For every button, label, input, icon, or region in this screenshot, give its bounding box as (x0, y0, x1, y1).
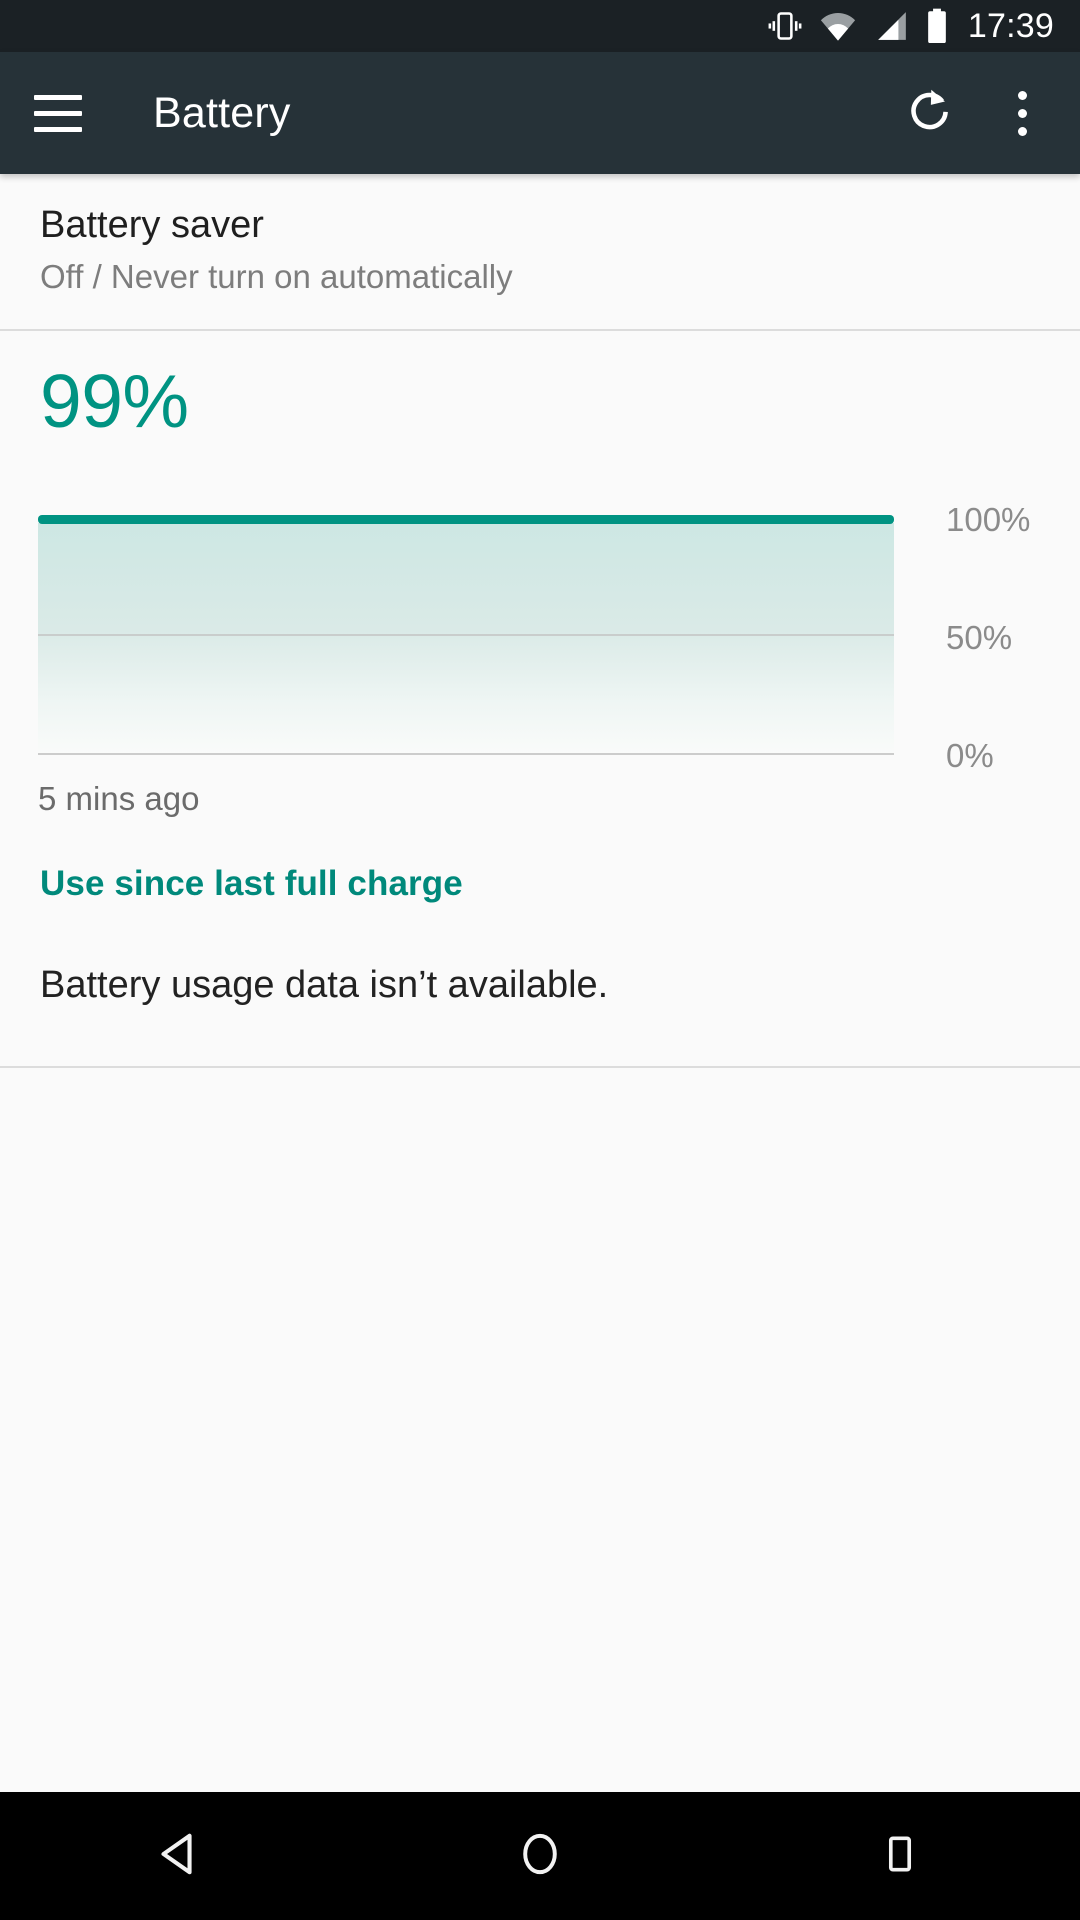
vibrate-icon (768, 9, 802, 43)
battery-saver-row[interactable]: Battery saver Off / Never turn on automa… (0, 174, 1080, 329)
battery-saver-title: Battery saver (40, 204, 264, 246)
chart-y-axis-labels: 100% 50% 0% (946, 501, 1080, 774)
chart-plot-area: 100% 50% 0% (38, 501, 1030, 774)
battery-usage-empty-state: Battery usage data isn’t available. (0, 904, 1080, 1066)
battery-level-percentage: 99% (40, 359, 189, 444)
chart-line-battery-level (38, 515, 894, 525)
app-bar: Battery (0, 52, 1080, 174)
battery-usage-empty-message: Battery usage data isn’t available. (40, 964, 609, 1007)
back-nav-button[interactable] (80, 1792, 280, 1920)
home-circle-icon (515, 1829, 565, 1884)
refresh-button[interactable] (894, 77, 966, 149)
status-bar: 17:39 (0, 0, 1080, 52)
refresh-icon (904, 85, 956, 142)
chart-ytick-100: 100% (946, 501, 1031, 539)
chart-timestamp-label: 5 mins ago (38, 780, 200, 818)
chart-area-fill (38, 523, 894, 756)
chart-series-area (38, 515, 894, 756)
battery-history-chart: 100% 50% 0% 5 mins ago (0, 443, 1080, 818)
page-title: Battery (153, 88, 291, 137)
recents-square-icon (877, 1831, 923, 1882)
status-bar-icons (768, 8, 949, 44)
content-area: Battery saver Off / Never turn on automa… (0, 174, 1080, 1792)
chart-gridline-50 (38, 634, 894, 637)
android-navigation-bar (0, 1792, 1080, 1920)
use-since-last-full-charge-row[interactable]: Use since last full charge (0, 818, 1080, 904)
more-vertical-icon (1017, 90, 1027, 136)
recents-nav-button[interactable] (800, 1792, 1000, 1920)
home-nav-button[interactable] (440, 1792, 640, 1920)
chart-ytick-0: 0% (946, 737, 994, 775)
wifi-icon (819, 10, 857, 42)
status-bar-clock: 17:39 (967, 6, 1054, 45)
battery-saver-summary: Off / Never turn on automatically (40, 257, 513, 295)
content-filler (0, 1068, 1080, 1792)
hamburger-menu-icon[interactable] (34, 86, 88, 140)
chart-ytick-50: 50% (946, 619, 1013, 657)
back-triangle-icon (154, 1828, 206, 1885)
phone-screen: 17:39 Battery Battery saver Off / Never (0, 0, 1080, 1920)
cellular-signal-icon (874, 10, 908, 42)
battery-icon (925, 8, 949, 44)
overflow-menu-button[interactable] (994, 77, 1050, 149)
chart-gridline-0 (38, 753, 894, 756)
use-since-last-full-charge-link[interactable]: Use since last full charge (40, 864, 463, 904)
